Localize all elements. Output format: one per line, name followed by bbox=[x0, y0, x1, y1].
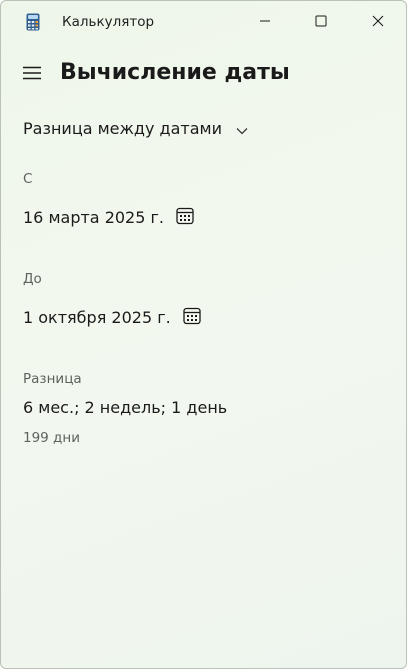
close-icon bbox=[372, 12, 384, 31]
calculation-mode-label: Разница между датами bbox=[23, 119, 223, 138]
close-button[interactable] bbox=[350, 1, 406, 41]
chevron-down-icon bbox=[236, 120, 248, 139]
to-date-label: До bbox=[23, 271, 42, 287]
minimize-icon bbox=[259, 12, 271, 31]
maximize-button[interactable] bbox=[293, 1, 349, 41]
from-date-label: С bbox=[23, 171, 33, 187]
maximize-icon bbox=[315, 12, 327, 31]
calculator-app-icon bbox=[26, 13, 40, 31]
calendar-icon bbox=[183, 307, 201, 329]
calculator-window: Калькулятор Вычисление даты Разница межд… bbox=[0, 0, 407, 669]
calendar-icon bbox=[176, 207, 194, 229]
from-date-value: 16 марта 2025 г. bbox=[23, 208, 164, 227]
hamburger-menu-icon bbox=[23, 65, 41, 84]
difference-label: Разница bbox=[23, 371, 82, 387]
to-date-picker[interactable]: 1 октября 2025 г. bbox=[23, 305, 201, 331]
calculation-mode-dropdown[interactable]: Разница между датами bbox=[23, 117, 248, 141]
difference-days: 199 дни bbox=[23, 430, 80, 446]
title-bar[interactable]: Калькулятор bbox=[1, 1, 406, 43]
difference-result: 6 мес.; 2 недель; 1 день bbox=[23, 398, 228, 417]
minimize-button[interactable] bbox=[237, 1, 293, 41]
from-date-picker[interactable]: 16 марта 2025 г. bbox=[23, 205, 194, 231]
page-title: Вычисление даты bbox=[60, 60, 290, 85]
navigation-menu-button[interactable] bbox=[15, 57, 49, 91]
to-date-value: 1 октября 2025 г. bbox=[23, 308, 171, 327]
window-title: Калькулятор bbox=[62, 14, 155, 30]
